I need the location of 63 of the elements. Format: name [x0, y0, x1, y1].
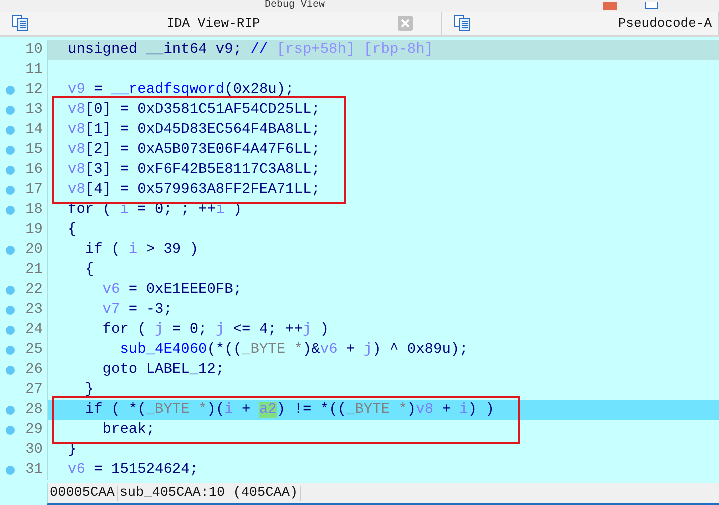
code-line: v7 = -3;: [102, 302, 172, 318]
breakpoint-dot[interactable]: [6, 326, 15, 334]
line-number: 19: [24, 222, 44, 238]
breakpoint-dot[interactable]: [6, 106, 15, 114]
breakpoint-dot[interactable]: [6, 166, 15, 174]
line-number: 13: [24, 102, 44, 118]
line-number: 30: [24, 442, 44, 458]
breakpoint-dot[interactable]: [6, 86, 15, 94]
breakpoint-dot[interactable]: [6, 366, 15, 374]
panel-title: Debug View: [265, 1, 326, 11]
close-button[interactable]: [398, 16, 413, 31]
code-line: {: [68, 222, 77, 238]
line-number: 20: [24, 242, 44, 258]
line-number: 26: [24, 362, 44, 378]
code-line: if ( i > 39 ): [84, 242, 199, 258]
code-line: v9 = __readfsqword(0x28u);: [68, 82, 294, 98]
code-line: sub_4E4060(*((_BYTE *)&v6 + j) ^ 0x89u);: [119, 342, 468, 358]
code-line: v6 = 151524624;: [68, 462, 199, 478]
code-line: v8[3] = 0xF6F42B5E8117C3A8LL;: [68, 162, 320, 178]
code-line: v8[4] = 0x579963A8FF2FEA71LL;: [68, 182, 320, 198]
breakpoint-dot[interactable]: [6, 426, 15, 434]
line-number: 16: [24, 162, 44, 178]
code-line: v8[2] = 0xA5B073E06F4A47F6LL;: [68, 142, 320, 158]
location-text: sub_405CAA:10 (405CAA): [118, 486, 302, 500]
breakpoint-dot[interactable]: [6, 126, 15, 134]
breakpoint-dot[interactable]: [6, 406, 15, 414]
line-number: 17: [24, 182, 44, 198]
line-number: 15: [24, 142, 44, 158]
breakpoint-dot[interactable]: [6, 186, 15, 194]
code-line: goto LABEL_12;: [102, 362, 225, 378]
breakpoint-dot[interactable]: [6, 466, 15, 474]
line-number: 31: [24, 462, 44, 478]
line-number: 10: [24, 42, 44, 58]
line-number: 22: [24, 282, 44, 298]
breakpoint-dot[interactable]: [6, 306, 15, 314]
breakpoint-dot[interactable]: [6, 206, 15, 214]
code-line: v8[0] = 0xD3581C51AF54CD25LL;: [68, 102, 320, 118]
code-line: v6 = 0xE1EEE0FB;: [102, 282, 242, 298]
code-line: v8[1] = 0xD45D83EC564F4BA8LL;: [68, 122, 320, 138]
breakpoint-dot[interactable]: [6, 146, 15, 154]
line-number: 29: [24, 422, 44, 438]
code-line: if ( *(_BYTE *)(i + a2) != *((_BYTE *)v8 + i) ): [84, 402, 494, 418]
breakpoint-dot[interactable]: [6, 346, 15, 354]
line-number: 27: [24, 382, 44, 398]
code-line: for ( j = 0; j <= 4; ++j ): [102, 322, 330, 338]
code-line: }: [84, 382, 94, 398]
code-line: break;: [102, 422, 156, 438]
breakpoint-dot[interactable]: [6, 246, 15, 254]
code-line: unsigned __int64 v9; // [rsp+58h] [rbp-8h]: [68, 42, 434, 58]
line-number: 24: [24, 322, 44, 338]
tab[interactable]: IDA View-RIP: [0, 12, 442, 35]
line-number: 14: [24, 122, 44, 138]
address-text: 00005CAA: [48, 486, 118, 500]
line-number: 28: [24, 402, 44, 418]
code-line: {: [84, 262, 94, 278]
line-number: 21: [24, 262, 44, 278]
tab[interactable]: Pseudocode-A: [442, 12, 719, 35]
breakpoint-dot[interactable]: [6, 286, 15, 294]
line-number: 12: [24, 82, 44, 98]
line-number: 23: [24, 302, 44, 318]
line-number: 25: [24, 342, 44, 358]
line-number: 11: [24, 62, 44, 78]
line-number: 18: [24, 202, 44, 218]
